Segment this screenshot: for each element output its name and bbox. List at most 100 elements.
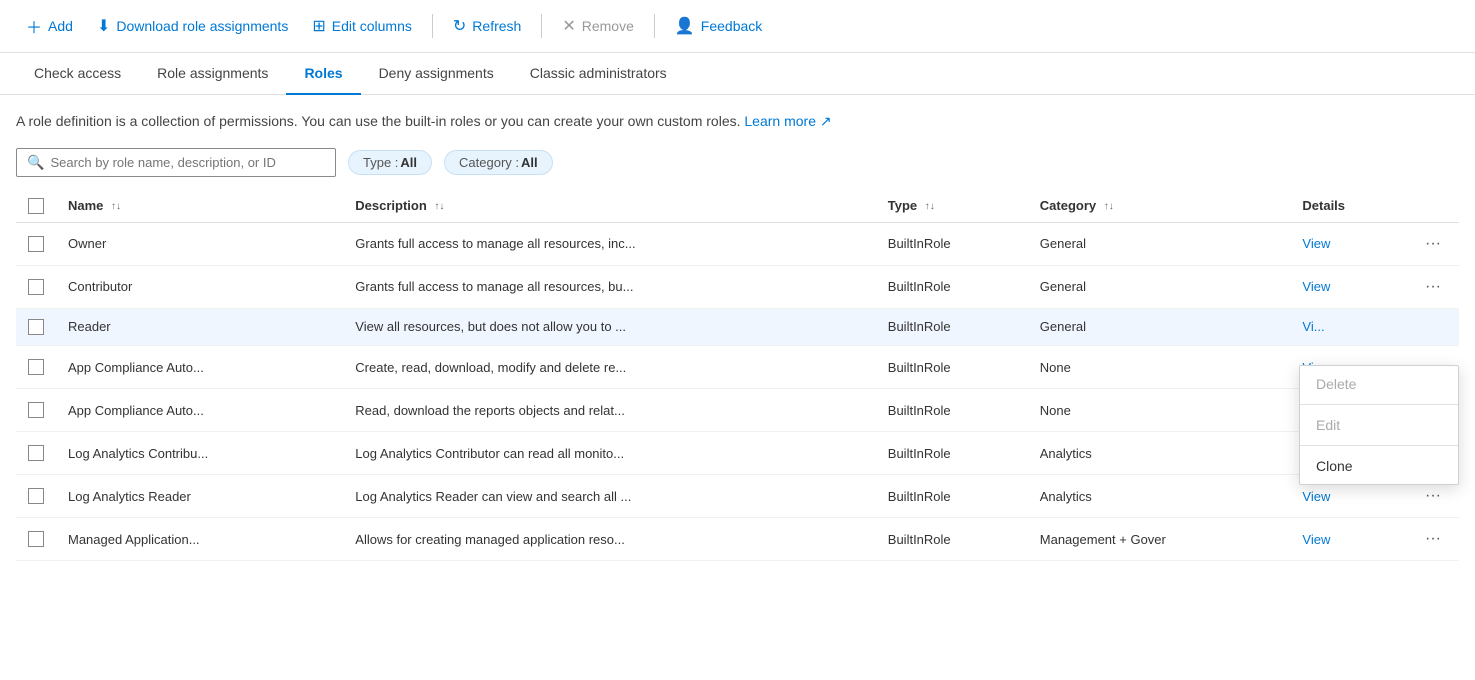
row-type: BuiltInRole: [876, 475, 1028, 518]
view-link[interactable]: View: [1302, 236, 1330, 251]
separator-1: [432, 14, 433, 38]
more-button[interactable]: ···: [1419, 528, 1447, 550]
more-button[interactable]: ···: [1419, 485, 1447, 507]
roles-table-container: Name ↑↓ Description ↑↓ Type ↑↓ Category …: [0, 189, 1475, 561]
download-button[interactable]: ⬇ Download role assignments: [87, 10, 298, 42]
category-sort-icon[interactable]: ↑↓: [1104, 201, 1114, 212]
separator-2: [541, 14, 542, 38]
row-type: BuiltInRole: [876, 389, 1028, 432]
description-sort-icon[interactable]: ↑↓: [434, 201, 444, 212]
row-checkbox[interactable]: [28, 531, 44, 547]
add-button[interactable]: ＋ Add: [16, 8, 83, 44]
table-row[interactable]: ReaderView all resources, but does not a…: [16, 308, 1459, 346]
row-type: BuiltInRole: [876, 346, 1028, 389]
table-row[interactable]: Managed Application...Allows for creatin…: [16, 518, 1459, 561]
row-description: Log Analytics Contributor can read all m…: [343, 432, 876, 475]
row-name: App Compliance Auto...: [56, 389, 343, 432]
type-filter-pill[interactable]: Type : All: [348, 150, 432, 175]
row-details: View: [1290, 265, 1407, 308]
row-details: View: [1290, 518, 1407, 561]
row-more: [1407, 308, 1459, 346]
feedback-button[interactable]: 👤 Feedback: [665, 10, 772, 42]
row-name: Owner: [56, 222, 343, 265]
view-link[interactable]: View: [1302, 279, 1330, 294]
table-header: Name ↑↓ Description ↑↓ Type ↑↓ Category …: [16, 189, 1459, 222]
table-row[interactable]: Log Analytics Contribu...Log Analytics C…: [16, 432, 1459, 475]
separator-3: [654, 14, 655, 38]
context-menu-sep-1: [1300, 404, 1458, 405]
tab-bar: Check access Role assignments Roles Deny…: [0, 53, 1475, 95]
context-menu: Delete Edit Clone: [1299, 365, 1459, 485]
row-checkbox[interactable]: [28, 279, 44, 295]
download-label: Download role assignments: [116, 18, 288, 34]
search-box[interactable]: 🔍: [16, 148, 336, 177]
filter-bar: 🔍 Type : All Category : All: [0, 140, 1475, 189]
tab-check-access[interactable]: Check access: [16, 53, 139, 95]
row-category: General: [1028, 222, 1291, 265]
row-type: BuiltInRole: [876, 222, 1028, 265]
search-input[interactable]: [50, 155, 325, 170]
category-filter-pill[interactable]: Category : All: [444, 150, 553, 175]
row-description: Grants full access to manage all resourc…: [343, 265, 876, 308]
tab-classic-administrators[interactable]: Classic administrators: [512, 53, 685, 95]
row-type: BuiltInRole: [876, 432, 1028, 475]
type-sort-icon[interactable]: ↑↓: [925, 201, 935, 212]
remove-button[interactable]: ✕ Remove: [552, 10, 644, 42]
edit-columns-button[interactable]: ⊞ Edit columns: [302, 10, 422, 42]
row-type: BuiltInRole: [876, 265, 1028, 308]
table-row[interactable]: App Compliance Auto...Read, download the…: [16, 389, 1459, 432]
learn-more-link[interactable]: Learn more ↗: [744, 113, 831, 129]
edit-columns-label: Edit columns: [332, 18, 412, 34]
row-description: Grants full access to manage all resourc…: [343, 222, 876, 265]
row-checkbox[interactable]: [28, 236, 44, 252]
view-link[interactable]: View: [1302, 489, 1330, 504]
download-icon: ⬇: [97, 16, 110, 36]
feedback-icon: 👤: [675, 16, 695, 36]
row-more: ···: [1407, 265, 1459, 308]
table-row[interactable]: Log Analytics ReaderLog Analytics Reader…: [16, 475, 1459, 518]
refresh-icon: ↻: [453, 16, 466, 36]
remove-icon: ✕: [562, 16, 575, 36]
th-category[interactable]: Category ↑↓: [1028, 189, 1291, 222]
row-checkbox[interactable]: [28, 359, 44, 375]
row-checkbox[interactable]: [28, 319, 44, 335]
th-actions: [1407, 189, 1459, 222]
row-name: Managed Application...: [56, 518, 343, 561]
row-category: Analytics: [1028, 432, 1291, 475]
row-checkbox[interactable]: [28, 488, 44, 504]
view-link[interactable]: View: [1302, 532, 1330, 547]
row-category: Analytics: [1028, 475, 1291, 518]
row-category: None: [1028, 389, 1291, 432]
tab-role-assignments[interactable]: Role assignments: [139, 53, 286, 95]
row-name: Reader: [56, 308, 343, 346]
th-description[interactable]: Description ↑↓: [343, 189, 876, 222]
context-menu-delete[interactable]: Delete: [1300, 366, 1458, 402]
row-checkbox[interactable]: [28, 402, 44, 418]
more-button[interactable]: ···: [1419, 233, 1447, 255]
feedback-label: Feedback: [701, 18, 762, 34]
context-menu-clone[interactable]: Clone: [1300, 448, 1458, 484]
row-description: Read, download the reports objects and r…: [343, 389, 876, 432]
context-menu-sep-2: [1300, 445, 1458, 446]
row-details: View: [1290, 222, 1407, 265]
more-button[interactable]: ···: [1419, 276, 1447, 298]
add-label: Add: [48, 18, 73, 34]
type-filter-value: All: [400, 155, 417, 170]
row-checkbox[interactable]: [28, 445, 44, 461]
th-type[interactable]: Type ↑↓: [876, 189, 1028, 222]
row-type: BuiltInRole: [876, 518, 1028, 561]
table-row[interactable]: App Compliance Auto...Create, read, down…: [16, 346, 1459, 389]
table-row[interactable]: OwnerGrants full access to manage all re…: [16, 222, 1459, 265]
table-row[interactable]: ContributorGrants full access to manage …: [16, 265, 1459, 308]
tab-roles[interactable]: Roles: [286, 53, 360, 95]
row-category: None: [1028, 346, 1291, 389]
category-filter-label: Category :: [459, 155, 519, 170]
th-checkbox[interactable]: [16, 189, 56, 222]
row-more: ···: [1407, 518, 1459, 561]
th-name[interactable]: Name ↑↓: [56, 189, 343, 222]
refresh-button[interactable]: ↻ Refresh: [443, 10, 531, 42]
name-sort-icon[interactable]: ↑↓: [111, 201, 121, 212]
context-menu-edit[interactable]: Edit: [1300, 407, 1458, 443]
tab-deny-assignments[interactable]: Deny assignments: [361, 53, 512, 95]
select-all-checkbox[interactable]: [28, 198, 44, 214]
